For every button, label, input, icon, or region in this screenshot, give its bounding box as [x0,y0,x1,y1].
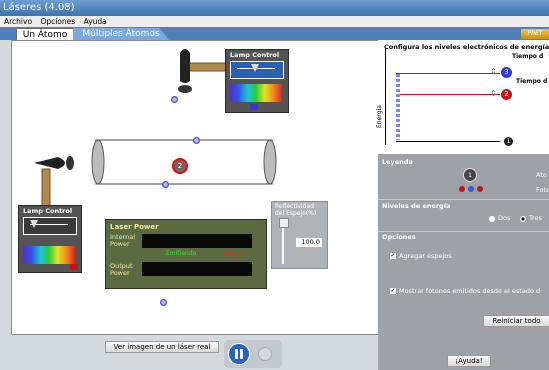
show-photons-checkbox[interactable]: ✓ [390,288,396,294]
lifetime-label: Tiempo d [512,53,544,60]
laser-power-panel: Laser Power Internal Power Emitiendo Pel… [105,219,267,289]
level-3-marker: 3 [501,67,512,78]
lamp-intensity-slider[interactable] [230,61,284,79]
energy-levels-title: Niveles de energía [382,202,451,210]
lifetime-label: Tiempo d [516,78,548,85]
radio-two-levels[interactable] [489,216,495,222]
lamp-intensity-slider[interactable] [23,217,77,235]
divider [378,199,549,200]
reflectivity-label: del Espejo(%) [275,210,317,217]
menu-ayuda[interactable]: Ayuda [84,17,107,26]
level-2-marker: 2 [501,89,512,100]
real-laser-image-button[interactable]: Ver imagen de un láser real [105,341,219,353]
step-button[interactable] [258,347,272,361]
reflectivity-input[interactable]: 100.0 [296,238,322,247]
output-power-label: Power [110,269,130,277]
mirror-reflectivity-panel: Reflectividad del Espejo(%) 100.0 [271,201,328,269]
atom-state-label: 2 [175,161,185,171]
window-title-bar: Láseres (4.08) [0,0,549,16]
laser-power-title: Laser Power [110,223,159,231]
window-title: Láseres (4.08) [3,2,75,13]
tab-multiple-atoms[interactable]: Múltiples Átomos [73,28,169,40]
reset-all-button[interactable]: Reiniciar todo [483,315,549,327]
legend-photon-icon [468,186,474,192]
radio-three-levels[interactable] [520,216,526,222]
top-lamp-icon[interactable] [172,45,232,105]
emitting-indicator: Emitiendo [166,250,197,257]
phet-logo[interactable]: PhET [521,29,549,39]
playback-controls [224,340,282,368]
energy-level-1-line [396,141,500,142]
reflectivity-slider-thumb[interactable] [279,218,289,228]
wavelength-selector[interactable] [230,84,282,102]
legend-photon-label: Foto [536,186,549,194]
menu-opciones[interactable]: Opciones [40,17,75,26]
energy-level-3-line[interactable] [396,73,500,74]
radio-three-levels-label[interactable]: Tres [529,214,542,222]
legend-photon-icon [477,186,483,192]
legend-photon-icon [459,186,465,192]
show-photons-label[interactable]: Mostrar fotones emitidos desde el estado… [399,287,540,295]
lamp-control-title: Lamp Control [230,51,280,59]
simulation-canvas: Lamp Control 2 Lamp Control Laser Power … [11,40,379,335]
radio-two-levels-label[interactable]: Dos [498,214,510,222]
pump-wave-indicator [396,74,400,140]
output-power-meter [142,262,252,276]
wavelength-marker[interactable] [70,264,78,270]
legend-title: Leyenda [382,158,413,166]
photon [160,299,167,306]
energy-diagram-title: Configura los niveles electrónicos de en… [384,43,549,51]
photon [162,181,169,188]
wavelength-selector[interactable] [23,246,75,264]
wavelength-marker[interactable] [250,104,258,110]
energy-axis [385,48,386,145]
add-mirrors-label[interactable]: Agregar espejos [399,252,452,260]
options-title: Opciones [382,233,416,241]
energy-level-2-line[interactable] [396,94,500,95]
left-lamp-control: Lamp Control [18,205,82,273]
energy-level-diagram: Configura los niveles electrónicos de en… [376,40,549,154]
legend-atom-icon: 1 [463,168,477,182]
menu-bar: Archivo Opciones Ayuda [0,16,549,27]
legend-atom-label: Ato [536,171,547,179]
internal-power-meter [142,234,252,248]
help-button[interactable]: ¡Ayuda! [447,355,491,367]
level-1-marker: 1 [504,137,513,146]
top-lamp-control: Lamp Control [225,49,289,113]
reflectivity-label: Reflectividad [275,203,314,210]
photon [193,137,200,144]
internal-power-label: Power [110,240,130,248]
tab-bar: Un Átomo Múltiples Átomos [0,27,549,41]
danger-indicator: Peligro [224,250,245,257]
add-mirrors-checkbox[interactable]: ✓ [390,253,396,259]
menu-archivo[interactable]: Archivo [4,17,32,26]
pause-button[interactable] [228,343,250,365]
photon [171,96,178,103]
energy-axis-label: Energía [376,105,383,128]
lamp-control-title: Lamp Control [23,207,73,215]
left-lamp-icon[interactable] [32,153,82,209]
divider [378,231,549,232]
level-2-adjust-icon[interactable]: ⇕ [490,89,497,98]
level-3-adjust-icon[interactable]: ⇕ [490,67,497,76]
